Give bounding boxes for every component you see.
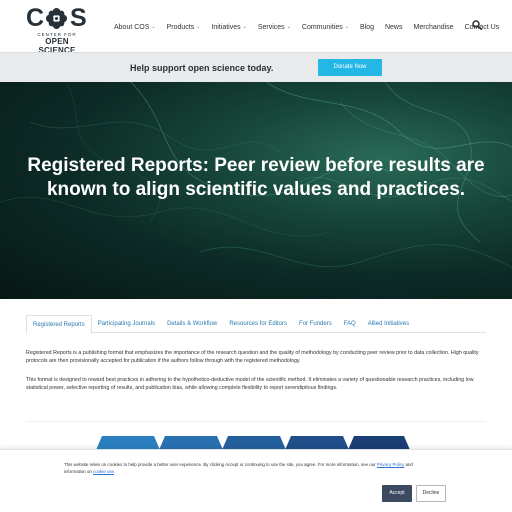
- cookie-banner: This website relies on cookies to help p…: [0, 449, 512, 512]
- logo-letter-c: C: [26, 4, 45, 32]
- process-step-4: [285, 436, 349, 450]
- logo-letter-s: S: [70, 4, 87, 32]
- cos-logo[interactable]: C S CENTER FOR OPEN SCIENCE: [26, 4, 88, 56]
- nav-item-initiatives[interactable]: Initiatives ⌄: [211, 24, 246, 31]
- section-divider: [26, 421, 486, 422]
- donate-banner: Help support open science today. Donate …: [0, 52, 512, 82]
- tab-for-funders[interactable]: For Funders: [293, 315, 338, 333]
- nav-item-communities[interactable]: Communities ⌄: [302, 24, 349, 31]
- donate-now-button[interactable]: Donate Now: [318, 59, 382, 76]
- chevron-down-icon: ⌄: [286, 24, 291, 30]
- tab-registered-reports[interactable]: Registered Reports: [26, 315, 92, 334]
- cookie-notice-text: This website relies on cookies to help p…: [64, 462, 413, 474]
- section-tabs: Registered Reports Participating Journal…: [26, 315, 486, 334]
- process-step-1: [96, 436, 160, 450]
- search-icon[interactable]: [472, 20, 482, 30]
- donate-text: Help support open science today.: [130, 63, 274, 73]
- accept-cookies-button[interactable]: Accept: [382, 485, 412, 502]
- chevron-down-icon: ⌄: [344, 24, 349, 30]
- chevron-down-icon: ⌄: [242, 24, 247, 30]
- process-step-2: [159, 436, 223, 450]
- cookie-text-main: This website relies on cookies to help p…: [64, 462, 376, 467]
- nav-label: Communities: [301, 23, 343, 31]
- cookie-text-info: information on: [64, 469, 92, 474]
- nav-label: News: [384, 23, 403, 31]
- site-header: C S CENTER FOR OPEN SCIENCE About COS ⌄ P…: [0, 0, 512, 56]
- chevron-down-icon: ⌄: [196, 24, 201, 30]
- cookie-text-and: and: [405, 462, 413, 467]
- cookie-use-link[interactable]: cookie use: [93, 469, 114, 474]
- tab-details-workflow[interactable]: Details & Workflow: [161, 315, 223, 333]
- nav-label: Blog: [359, 23, 374, 31]
- format-paragraph: This format is designed to reward best p…: [26, 377, 474, 392]
- intro-paragraph: Registered Reports is a publishing forma…: [26, 350, 479, 365]
- nav-label: Services: [257, 23, 285, 31]
- process-step-3: [222, 436, 286, 450]
- tab-faq[interactable]: FAQ: [338, 315, 362, 333]
- nav-label: Merchandise: [413, 23, 454, 31]
- tab-participating-journals[interactable]: Participating Journals: [92, 315, 161, 333]
- hero-banner: Registered Reports: Peer review before r…: [0, 82, 512, 299]
- process-step-5: [348, 436, 410, 450]
- tab-allied-initiatives[interactable]: Allied Initiatives: [362, 315, 415, 333]
- nav-item-blog[interactable]: Blog: [360, 24, 374, 31]
- main-nav: About COS ⌄ Products ⌄ Initiatives ⌄ Servic…: [114, 21, 510, 33]
- nav-item-services[interactable]: Services ⌄: [258, 24, 291, 31]
- decline-cookies-button[interactable]: Decline: [416, 485, 446, 502]
- privacy-policy-link[interactable]: Privacy Policy: [377, 462, 404, 467]
- nav-label: Products: [166, 23, 195, 31]
- nav-item-news[interactable]: News: [385, 24, 403, 31]
- tab-resources-for-editors[interactable]: Resources for Editors: [223, 315, 293, 333]
- nav-item-about[interactable]: About COS ⌄: [114, 24, 156, 31]
- logo-flower-icon: [45, 7, 68, 30]
- chevron-down-icon: ⌄: [151, 24, 156, 30]
- nav-item-merchandise[interactable]: Merchandise: [413, 24, 453, 31]
- nav-label: About COS: [114, 23, 150, 31]
- nav-label: Initiatives: [211, 23, 241, 31]
- hero-title: Registered Reports: Peer review before r…: [27, 155, 485, 200]
- nav-item-products[interactable]: Products ⌄: [167, 24, 201, 31]
